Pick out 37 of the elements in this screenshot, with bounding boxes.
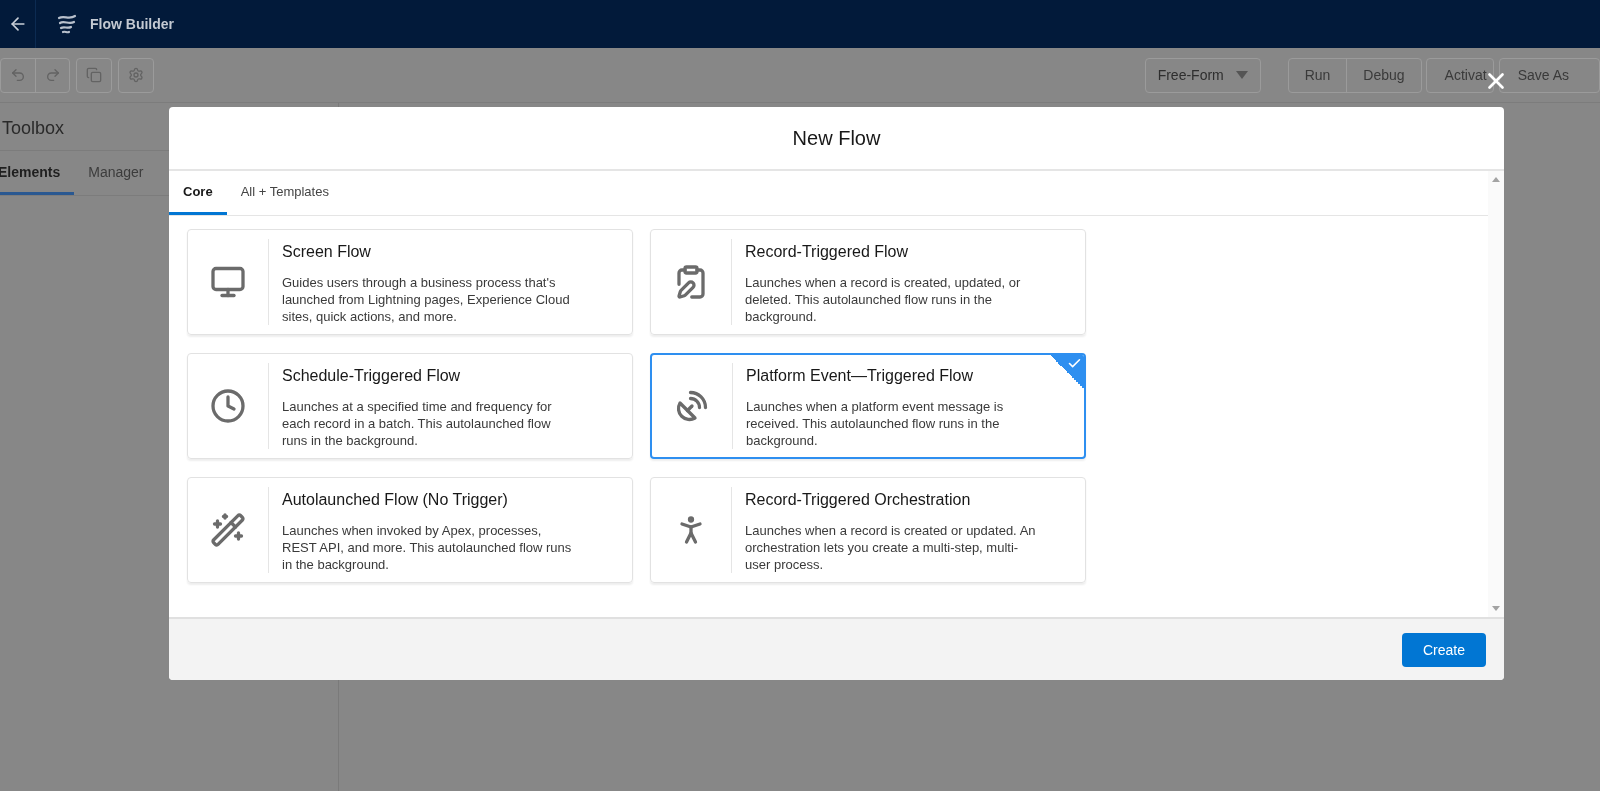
monitor-icon [210,264,246,300]
card-description: Guides users through a business process that's launched from Lightning pages, Experience Cloud sites, quick actions, and more. [282,274,571,325]
card-title: Schedule-Triggered Flow [282,367,462,385]
scroll-up-icon[interactable] [1492,177,1500,182]
undo-icon [10,67,26,83]
flow-type-card[interactable]: Record-Triggered Flow Launches when a record is created, updated, or deleted. This autolaunched flow runs in the background. [650,229,1086,335]
dialog-title: New Flow [792,126,881,150]
satellite-dish-icon [674,388,710,424]
flow-type-card[interactable]: Screen Flow Guides users through a business process that's launched from Lightning pages, Experience Cloud sites, quick actions, and more. [187,229,633,335]
scrollbar[interactable] [1488,171,1504,617]
app-title: Flow Builder [90,16,174,32]
card-description: Launches when invoked by Apex, processes, REST API, and more. This autolaunched flow runs in the background. [282,522,573,573]
layout-dropdown[interactable]: Free-Form [1144,57,1261,93]
card-title: Screen Flow [282,243,372,261]
dropdown-triangle-icon [1235,71,1248,79]
settings-icon [128,67,144,83]
flow-logo-icon [56,13,78,35]
scroll-down-icon[interactable] [1492,606,1500,611]
card-description: Launches at a specified time and frequency for each record in a batch. This autolaunched flow runs in the background. [282,398,553,449]
copy-icon [86,67,102,83]
flow-type-card[interactable]: Schedule-Triggered Flow Launches at a specified time and frequency for each record in a batch. This autolaunched flow runs in the background. [187,353,633,459]
dialog-tab[interactable]: All + Templates [226,171,343,215]
card-title: Record-Triggered Orchestration [745,491,972,509]
magic-wand-icon [210,512,246,548]
flow-type-card[interactable]: Autolaunched Flow (No Trigger) Launches when invoked by Apex, processes, REST API, and more. This autolaunched flow runs in the background. [187,477,633,583]
card-title: Autolaunched Flow (No Trigger) [282,491,509,509]
dialog-tab[interactable]: Core [169,171,227,215]
card-description: Launches when a platform event message is received. This autolaunched flow runs in the background. [746,398,1005,449]
card-description: Launches when a record is created, updated, or deleted. This autolaunched flow runs in the background. [745,274,1022,325]
card-title: Platform Event—Triggered Flow [746,367,975,385]
flow-type-card[interactable]: Platform Event—Triggered Flow Launches when a platform event message is received. This autolaunched flow runs in the background. [650,353,1086,459]
card-description: Launches when a record is created or updated. An orchestration lets you create a multi-step, multi-user process. [745,522,1037,573]
card-title: Record-Triggered Flow [745,243,909,261]
redo-icon [44,67,61,83]
clock-icon [210,388,246,424]
flow-type-card[interactable]: Record-Triggered Orchestration Launches when a record is created or updated. An orchestration lets you create a multi-step, multi-user process. [650,477,1086,583]
create-button[interactable]: Create [1401,632,1486,667]
